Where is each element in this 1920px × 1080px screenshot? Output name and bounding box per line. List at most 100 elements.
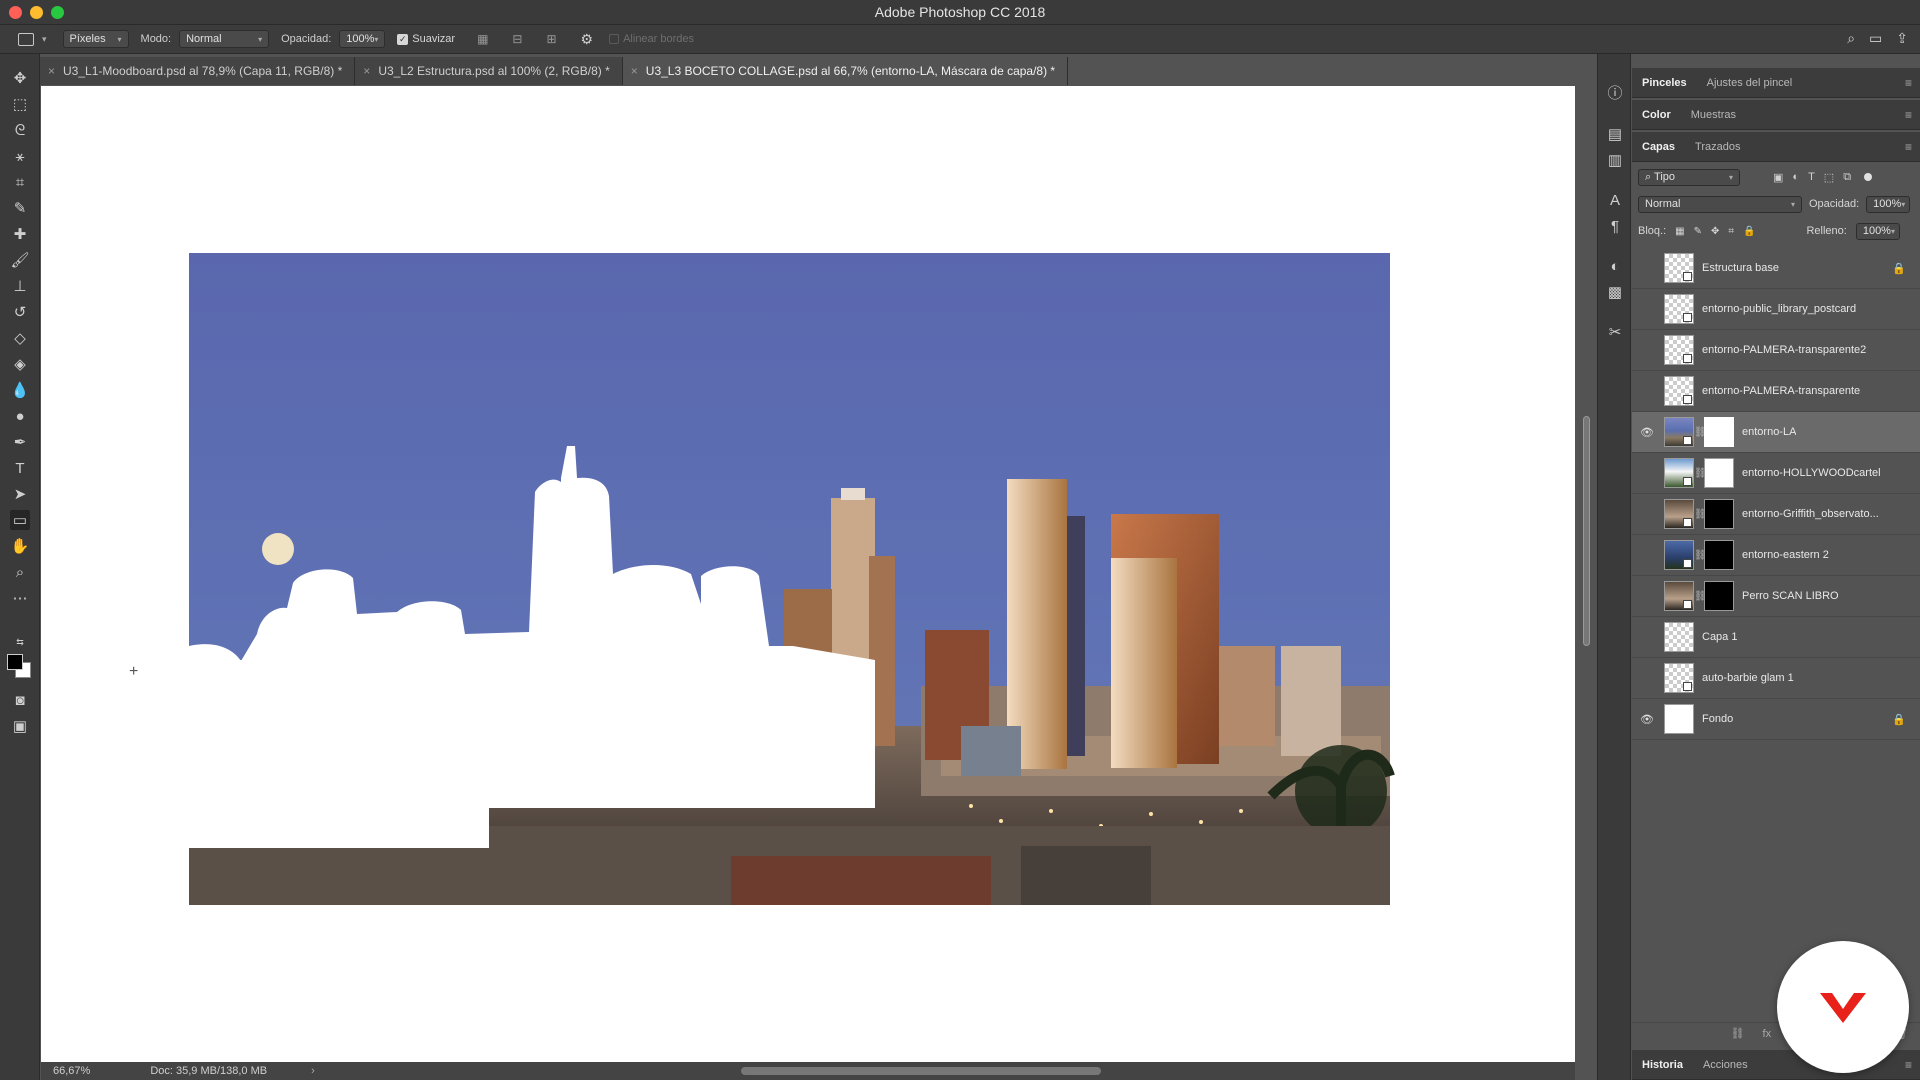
quick-mask-icon[interactable]: ◙ (10, 690, 30, 710)
visibility-eye-icon[interactable]: 👁 (1632, 713, 1662, 726)
link-layers-icon[interactable]: ⛓ (1731, 1027, 1745, 1040)
smooth-checkbox[interactable]: ✓ Suavizar (397, 33, 455, 45)
settings-gear-icon[interactable]: ⚙ (581, 31, 594, 48)
tab-estructura[interactable]: × U3_L2 Estructura.psd al 100% (2, RGB/8… (355, 57, 623, 85)
path-alignment-icon[interactable]: ⊟ (512, 32, 522, 46)
search-icon[interactable]: ⌕ (1847, 30, 1855, 47)
status-menu-arrow-icon[interactable]: › (311, 1065, 315, 1077)
layer-mask-thumbnail[interactable] (1704, 417, 1734, 447)
tab-capas[interactable]: Capas (1642, 141, 1675, 153)
layer-row[interactable]: ⛓ Perro SCAN LIBRO (1632, 576, 1920, 617)
minimize-window-button[interactable] (30, 6, 43, 19)
horizontal-scrollbar[interactable] (741, 1067, 1101, 1075)
canvas-area[interactable]: + (41, 86, 1575, 1062)
rectangle-tool-preset-icon[interactable] (18, 32, 34, 46)
mask-link-icon[interactable]: ⛓ (1694, 468, 1707, 479)
filter-smart-object-icon[interactable]: ⧉ (1843, 171, 1851, 184)
document-canvas[interactable]: + (41, 86, 1575, 1062)
libraries-icon[interactable]: ▤ (1605, 124, 1625, 144)
mask-link-icon[interactable]: ⛓ (1694, 509, 1707, 520)
more-tools-icon[interactable]: ⋯ (10, 588, 30, 608)
tool-mode-select[interactable]: Píxeles ▾ (62, 30, 129, 48)
marquee-tool-icon[interactable]: ⬚ (10, 94, 30, 114)
layer-mask-thumbnail[interactable] (1704, 540, 1734, 570)
layer-mask-thumbnail[interactable] (1704, 458, 1734, 488)
magic-wand-tool-icon[interactable]: ⚹ (10, 146, 30, 166)
mask-link-icon[interactable]: ⛓ (1694, 550, 1707, 561)
zoom-tool-icon[interactable]: ⌕ (10, 562, 30, 582)
vertical-scrollbar[interactable] (1577, 86, 1593, 1062)
path-arrangement-icon[interactable]: ⊞ (546, 32, 556, 46)
tab-muestras[interactable]: Muestras (1691, 109, 1736, 121)
close-tab-icon[interactable]: × (48, 64, 55, 78)
close-tab-icon[interactable]: × (363, 64, 370, 78)
tab-historia[interactable]: Historia (1642, 1059, 1683, 1071)
close-tab-icon[interactable]: × (631, 64, 638, 78)
layer-mask-thumbnail[interactable] (1704, 499, 1734, 529)
tools-preset-icon[interactable]: ✂ (1605, 322, 1625, 342)
filter-adjustment-icon[interactable]: ◐ (1792, 171, 1799, 183)
brush-tool-icon[interactable]: 🖌 (10, 250, 30, 270)
layer-opacity-field[interactable]: 100% ▾ (1866, 195, 1911, 213)
panel-menu-icon[interactable]: ≡ (1905, 140, 1912, 154)
eyedropper-tool-icon[interactable]: ✎ (10, 198, 30, 218)
properties-icon[interactable]: ▥ (1605, 150, 1625, 170)
layer-row[interactable]: Estructura base 🔒 (1632, 248, 1920, 289)
zoom-window-button[interactable] (51, 6, 64, 19)
layer-filter-select[interactable]: ⌕ Tipo ▾ (1638, 168, 1740, 186)
tab-color[interactable]: Color (1642, 109, 1671, 121)
paragraph-icon[interactable]: ¶ (1605, 216, 1625, 236)
eraser-tool-icon[interactable]: ◇ (10, 328, 30, 348)
type-tool-icon[interactable]: T (10, 458, 30, 478)
tab-acciones[interactable]: Acciones (1703, 1059, 1748, 1071)
pen-tool-icon[interactable]: ✒ (10, 432, 30, 452)
align-edges-checkbox[interactable]: Alinear bordes (609, 33, 694, 45)
tab-moodboard[interactable]: × U3_L1-Moodboard.psd al 78,9% (Capa 11,… (40, 57, 356, 85)
layer-row[interactable]: entorno-PALMERA-transparente (1632, 371, 1920, 412)
preset-chevron-icon[interactable]: ▾ (42, 34, 47, 45)
layer-row[interactable]: Capa 1 (1632, 617, 1920, 658)
layer-row[interactable]: entorno-PALMERA-transparente2 (1632, 330, 1920, 371)
layer-row-selected[interactable]: 👁 ⛓ entorno-LA (1632, 412, 1920, 453)
tab-pinceles[interactable]: Pinceles (1642, 77, 1687, 89)
layer-row[interactable]: auto-barbie glam 1 (1632, 658, 1920, 699)
mask-link-icon[interactable]: ⛓ (1694, 427, 1707, 438)
panel-menu-icon[interactable]: ≡ (1905, 108, 1912, 122)
lock-transparency-icon[interactable]: ▦ (1675, 226, 1684, 237)
layer-mask-thumbnail[interactable] (1704, 581, 1734, 611)
panel-menu-icon[interactable]: ≡ (1905, 76, 1912, 90)
foreground-color-swatch[interactable] (7, 654, 23, 670)
panel-menu-icon[interactable]: ≡ (1905, 1058, 1912, 1072)
workspace-icon[interactable]: ▭ (1869, 30, 1882, 47)
dodge-tool-icon[interactable]: ● (10, 406, 30, 426)
character-icon[interactable]: A (1605, 190, 1625, 210)
tab-trazados[interactable]: Trazados (1695, 141, 1740, 153)
filter-toggle-icon[interactable] (1864, 173, 1873, 181)
path-operations-icon[interactable]: ▦ (477, 32, 488, 46)
opacity-field[interactable]: 100% ▾ (339, 30, 386, 48)
history-brush-tool-icon[interactable]: ↺ (10, 302, 30, 322)
paint-bucket-tool-icon[interactable]: ◈ (10, 354, 30, 374)
stamp-tool-icon[interactable]: ⊥ (10, 276, 30, 296)
layer-row[interactable]: entorno-public_library_postcard (1632, 289, 1920, 330)
fill-field[interactable]: 100% ▾ (1855, 222, 1900, 240)
path-selection-tool-icon[interactable]: ➤ (10, 484, 30, 504)
layer-row[interactable]: ⛓ entorno-eastern 2 (1632, 535, 1920, 576)
styles-icon[interactable]: ▩ (1605, 282, 1625, 302)
healing-brush-tool-icon[interactable]: ✚ (10, 224, 30, 244)
blur-tool-icon[interactable]: 💧 (10, 380, 30, 400)
lock-all-icon[interactable]: 🔒 (1743, 226, 1755, 237)
filter-shape-icon[interactable]: ⬚ (1824, 171, 1834, 184)
rectangle-tool-icon[interactable]: ▭ (10, 510, 30, 530)
share-icon[interactable]: ⇪ (1896, 30, 1908, 47)
collage-artwork[interactable] (41, 86, 1575, 1062)
info-icon[interactable]: ⓘ (1605, 82, 1625, 102)
close-window-button[interactable] (9, 6, 22, 19)
lock-position-icon[interactable]: ✥ (1711, 226, 1719, 237)
lock-pixels-icon[interactable]: ✎ (1694, 226, 1702, 237)
lasso-tool-icon[interactable]: ᘓ (10, 120, 30, 140)
lock-artboard-icon[interactable]: ⌗ (1728, 226, 1734, 237)
tab-boceto-collage[interactable]: × U3_L3 BOCETO COLLAGE.psd al 66,7% (ent… (622, 57, 1069, 85)
blend-mode-select[interactable]: Normal ▾ (179, 30, 270, 48)
zoom-level[interactable]: 66,67% (53, 1065, 90, 1077)
